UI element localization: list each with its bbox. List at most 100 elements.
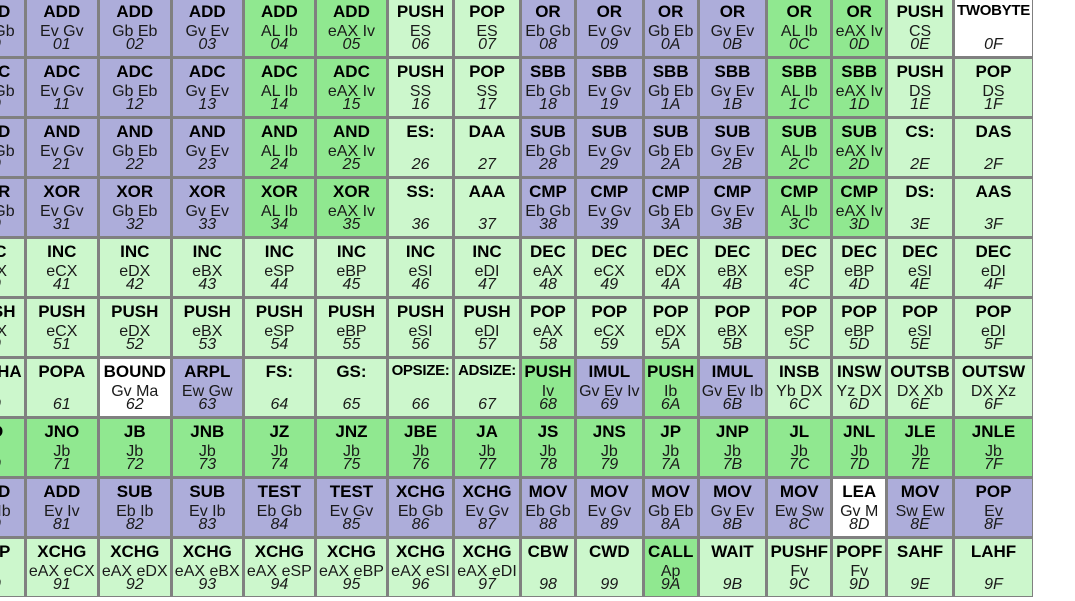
opcode-cell-56[interactable]: PUSH eSI 56 [387, 297, 454, 357]
opcode-cell-46[interactable]: INC eSI 46 [387, 237, 454, 297]
opcode-cell-14[interactable]: ADC AL Ib 14 [242, 57, 315, 117]
opcode-cell-02[interactable]: ADD Gb Eb 02 [97, 0, 171, 57]
opcode-cell-3B[interactable]: CMP Gv Ev 3B [697, 177, 767, 237]
opcode-cell-64[interactable]: FS: 64 [242, 357, 315, 417]
opcode-cell-24[interactable]: AND AL Ib 24 [242, 117, 315, 177]
opcode-cell-44[interactable]: INC eSP 44 [242, 237, 315, 297]
opcode-cell-85[interactable]: TEST Ev Gv 85 [314, 477, 387, 537]
opcode-cell-15[interactable]: ADC eAX Iv 15 [314, 57, 387, 117]
opcode-cell-7E[interactable]: JLE Jb 7E [886, 417, 953, 477]
opcode-cell-9F[interactable]: LAHF 9F [952, 537, 1033, 597]
opcode-cell-20[interactable]: ANDEb Gb20 [0, 117, 25, 177]
opcode-cell-01[interactable]: ADD Ev Gv 01 [24, 0, 98, 57]
opcode-cell-76[interactable]: JBE Jb 76 [387, 417, 454, 477]
opcode-cell-9A[interactable]: CALL Ap 9A [642, 537, 698, 597]
opcode-cell-2D[interactable]: SUB eAX Iv 2D [831, 117, 887, 177]
opcode-cell-5D[interactable]: POP eBP 5D [831, 297, 887, 357]
opcode-cell-9B[interactable]: WAIT 9B [697, 537, 767, 597]
opcode-cell-71[interactable]: JNO Jb 71 [24, 417, 98, 477]
opcode-cell-96[interactable]: XCHG eAX eSI 96 [387, 537, 454, 597]
opcode-cell-22[interactable]: AND Gb Eb 22 [97, 117, 171, 177]
opcode-cell-34[interactable]: XOR AL Ib 34 [242, 177, 315, 237]
opcode-cell-4C[interactable]: DEC eSP 4C [766, 237, 832, 297]
opcode-cell-18[interactable]: SBB Eb Gb 18 [519, 57, 575, 117]
opcode-cell-38[interactable]: CMP Eb Gb 38 [519, 177, 575, 237]
opcode-cell-67[interactable]: ADSIZE: 67 [453, 357, 520, 417]
opcode-cell-3F[interactable]: AAS 3F [952, 177, 1033, 237]
opcode-cell-8E[interactable]: MOV Sw Ew 8E [886, 477, 953, 537]
opcode-cell-9C[interactable]: PUSHF Fv 9C [766, 537, 832, 597]
opcode-cell-7F[interactable]: JNLE Jb 7F [952, 417, 1033, 477]
opcode-cell-16[interactable]: PUSH SS 16 [387, 57, 454, 117]
opcode-cell-62[interactable]: BOUND Gv Ma 62 [97, 357, 171, 417]
opcode-cell-93[interactable]: XCHG eAX eBX 93 [170, 537, 243, 597]
opcode-cell-33[interactable]: XOR Gv Ev 33 [170, 177, 243, 237]
opcode-cell-69[interactable]: IMUL Gv Ev Iv 69 [574, 357, 643, 417]
opcode-cell-35[interactable]: XOR eAX Iv 35 [314, 177, 387, 237]
opcode-cell-5B[interactable]: POP eBX 5B [697, 297, 767, 357]
opcode-cell-1D[interactable]: SBB eAX Iv 1D [831, 57, 887, 117]
opcode-cell-0B[interactable]: OR Gv Ev 0B [697, 0, 767, 57]
opcode-cell-8C[interactable]: MOV Ew Sw 8C [766, 477, 832, 537]
opcode-cell-30[interactable]: XOREb Gb30 [0, 177, 25, 237]
opcode-cell-4B[interactable]: DEC eBX 4B [697, 237, 767, 297]
opcode-cell-55[interactable]: PUSH eBP 55 [314, 297, 387, 357]
opcode-cell-80[interactable]: ADDEb Ib80 [0, 477, 25, 537]
opcode-cell-87[interactable]: XCHG Ev Gv 87 [453, 477, 520, 537]
opcode-cell-57[interactable]: PUSH eDI 57 [453, 297, 520, 357]
opcode-cell-92[interactable]: XCHG eAX eDX 92 [97, 537, 171, 597]
opcode-cell-4D[interactable]: DEC eBP 4D [831, 237, 887, 297]
opcode-cell-09[interactable]: OR Ev Gv 09 [574, 0, 643, 57]
opcode-cell-9E[interactable]: SAHF 9E [886, 537, 953, 597]
opcode-cell-6C[interactable]: INSB Yb DX 6C [766, 357, 832, 417]
opcode-cell-05[interactable]: ADD eAX Iv 05 [314, 0, 387, 57]
opcode-cell-75[interactable]: JNZ Jb 75 [314, 417, 387, 477]
opcode-cell-53[interactable]: PUSH eBX 53 [170, 297, 243, 357]
opcode-cell-19[interactable]: SBB Ev Gv 19 [574, 57, 643, 117]
opcode-cell-17[interactable]: POP SS 17 [453, 57, 520, 117]
opcode-cell-03[interactable]: ADD Gv Ev 03 [170, 0, 243, 57]
opcode-cell-37[interactable]: AAA 37 [453, 177, 520, 237]
opcode-cell-08[interactable]: OR Eb Gb 08 [519, 0, 575, 57]
opcode-cell-12[interactable]: ADC Gb Eb 12 [97, 57, 171, 117]
opcode-cell-3E[interactable]: DS: 3E [886, 177, 953, 237]
opcode-cell-06[interactable]: PUSH ES 06 [387, 0, 454, 57]
opcode-cell-7D[interactable]: JNL Jb 7D [831, 417, 887, 477]
opcode-cell-27[interactable]: DAA 27 [453, 117, 520, 177]
opcode-cell-73[interactable]: JNB Jb 73 [170, 417, 243, 477]
opcode-cell-51[interactable]: PUSH eCX 51 [24, 297, 98, 357]
opcode-cell-41[interactable]: INC eCX 41 [24, 237, 98, 297]
opcode-cell-63[interactable]: ARPL Ew Gw 63 [170, 357, 243, 417]
opcode-cell-40[interactable]: INCeAX40 [0, 237, 25, 297]
opcode-cell-65[interactable]: GS: 65 [314, 357, 387, 417]
opcode-cell-3C[interactable]: CMP AL Ib 3C [766, 177, 832, 237]
opcode-cell-28[interactable]: SUB Eb Gb 28 [519, 117, 575, 177]
opcode-cell-0F[interactable]: TWOBYTE 0F [952, 0, 1033, 57]
opcode-cell-8B[interactable]: MOV Gv Ev 8B [697, 477, 767, 537]
opcode-cell-84[interactable]: TEST Eb Gb 84 [242, 477, 315, 537]
opcode-cell-1B[interactable]: SBB Gv Ev 1B [697, 57, 767, 117]
opcode-cell-36[interactable]: SS: 36 [387, 177, 454, 237]
opcode-cell-0D[interactable]: OR eAX Iv 0D [831, 0, 887, 57]
opcode-cell-5E[interactable]: POP eSI 5E [886, 297, 953, 357]
opcode-cell-10[interactable]: ADCEb Gb10 [0, 57, 25, 117]
opcode-cell-6F[interactable]: OUTSW DX Xz 6F [952, 357, 1033, 417]
opcode-cell-59[interactable]: POP eCX 59 [574, 297, 643, 357]
opcode-cell-77[interactable]: JA Jb 77 [453, 417, 520, 477]
opcode-cell-39[interactable]: CMP Ev Gv 39 [574, 177, 643, 237]
opcode-cell-52[interactable]: PUSH eDX 52 [97, 297, 171, 357]
opcode-cell-83[interactable]: SUB Ev Ib 83 [170, 477, 243, 537]
opcode-cell-2E[interactable]: CS: 2E [886, 117, 953, 177]
opcode-cell-2A[interactable]: SUB Gb Eb 2A [642, 117, 698, 177]
opcode-cell-31[interactable]: XOR Ev Gv 31 [24, 177, 98, 237]
opcode-cell-3D[interactable]: CMP eAX Iv 3D [831, 177, 887, 237]
opcode-cell-66[interactable]: OPSIZE: 66 [387, 357, 454, 417]
opcode-cell-8A[interactable]: MOV Gb Eb 8A [642, 477, 698, 537]
opcode-cell-6D[interactable]: INSW Yz DX 6D [831, 357, 887, 417]
opcode-cell-29[interactable]: SUB Ev Gv 29 [574, 117, 643, 177]
opcode-cell-2C[interactable]: SUB AL Ib 2C [766, 117, 832, 177]
opcode-cell-32[interactable]: XOR Gb Eb 32 [97, 177, 171, 237]
opcode-cell-49[interactable]: DEC eCX 49 [574, 237, 643, 297]
opcode-cell-94[interactable]: XCHG eAX eSP 94 [242, 537, 315, 597]
opcode-cell-74[interactable]: JZ Jb 74 [242, 417, 315, 477]
